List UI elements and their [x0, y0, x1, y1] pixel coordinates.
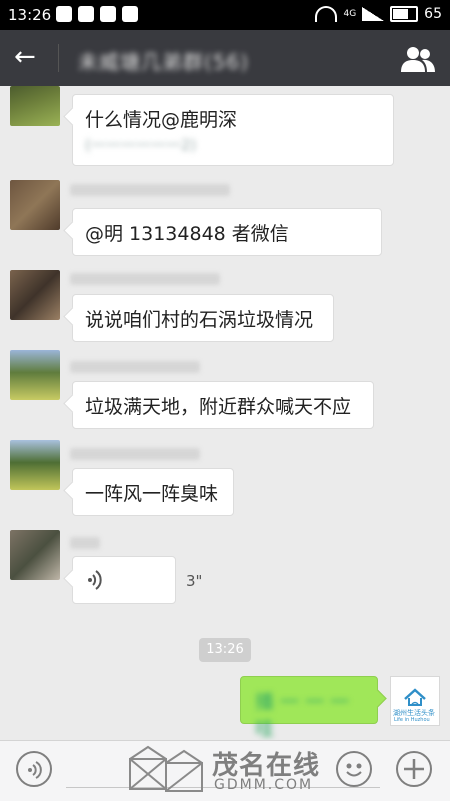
avatar[interactable]	[10, 180, 60, 230]
plus-button[interactable]	[396, 751, 432, 787]
voice-duration: 3"	[186, 572, 203, 590]
my-avatar[interactable]: 湖州生活头条 Life in Huzhou	[390, 676, 440, 726]
message-text: @明 13134848 者微信	[85, 223, 289, 245]
message-bubble[interactable]: 垃圾满天地，附近群众喊天不应	[72, 381, 374, 429]
paw-icon	[122, 6, 138, 22]
status-right: 4G 65	[315, 6, 442, 22]
paw-icon	[100, 6, 116, 22]
signal-icon	[362, 7, 385, 21]
avatar[interactable]	[10, 270, 60, 320]
chat-title: 未威塘几弟群(56)	[78, 50, 250, 74]
battery-level: 65	[424, 6, 442, 22]
avatar[interactable]	[10, 86, 60, 126]
message-text: 垃圾满天地，附近群众喊天不应	[85, 396, 352, 418]
message-text-blurred: 播 一 一 一 哇	[255, 691, 350, 740]
status-bar: 13:26 4G 65	[0, 0, 450, 30]
voice-icon	[88, 570, 102, 590]
avatar[interactable]	[10, 440, 60, 490]
message-bubble[interactable]: 说说咱们村的石涡垃圾情况	[72, 294, 334, 342]
message-bubble[interactable]: 一阵风一阵臭味	[72, 468, 234, 516]
arrow-left-icon[interactable]: ←	[14, 44, 36, 70]
emoji-button[interactable]	[336, 751, 372, 787]
paw-icon	[78, 6, 94, 22]
watermark-subtext: GDMM.COM	[214, 777, 314, 793]
chat-header: ← 未威塘几弟群(56)	[0, 30, 450, 86]
plus-icon	[404, 759, 424, 779]
message-text: 什么情况@鹿明深	[85, 109, 238, 131]
image-notification-icon	[56, 6, 72, 22]
notification-icons	[56, 6, 138, 22]
avatar[interactable]	[10, 350, 60, 400]
sender-name-blurred	[70, 361, 200, 373]
chat-area[interactable]: 什么情况@鹿明深 (一一一一一一2) @明 13134848 者微信 说说咱们村…	[0, 86, 450, 740]
sender-name-blurred	[70, 448, 200, 460]
message-text: 一阵风一阵臭味	[85, 483, 219, 505]
my-message-bubble[interactable]: 播 一 一 一 哇	[240, 676, 378, 740]
avatar[interactable]	[10, 530, 60, 580]
wifi-icon	[315, 6, 338, 22]
emoji-icon	[346, 763, 362, 777]
input-bar: 茂名在线 GDMM.COM	[0, 740, 450, 801]
header-divider	[58, 44, 59, 72]
battery-icon	[390, 6, 419, 22]
message-bubble[interactable]: 什么情况@鹿明深 (一一一一一一2)	[72, 94, 394, 166]
voice-icon	[28, 761, 42, 779]
sender-name-blurred	[70, 273, 220, 285]
message-text-blurred: (一一一一一一2)	[85, 136, 197, 154]
voice-mode-button[interactable]	[16, 751, 52, 787]
sender-name-blurred	[70, 184, 230, 196]
sender-name-blurred	[70, 537, 100, 549]
message-text: 说说咱们村的石涡垃圾情况	[85, 309, 314, 331]
time-separator: 13:26	[199, 638, 251, 662]
voice-message-bubble[interactable]	[72, 556, 176, 604]
avatar-sublabel: Life in Huzhou	[394, 717, 430, 723]
status-time: 13:26	[8, 6, 52, 24]
message-bubble[interactable]: @明 13134848 者微信	[72, 208, 382, 256]
group-icon[interactable]	[400, 45, 436, 73]
network-type: 4G	[343, 9, 357, 19]
